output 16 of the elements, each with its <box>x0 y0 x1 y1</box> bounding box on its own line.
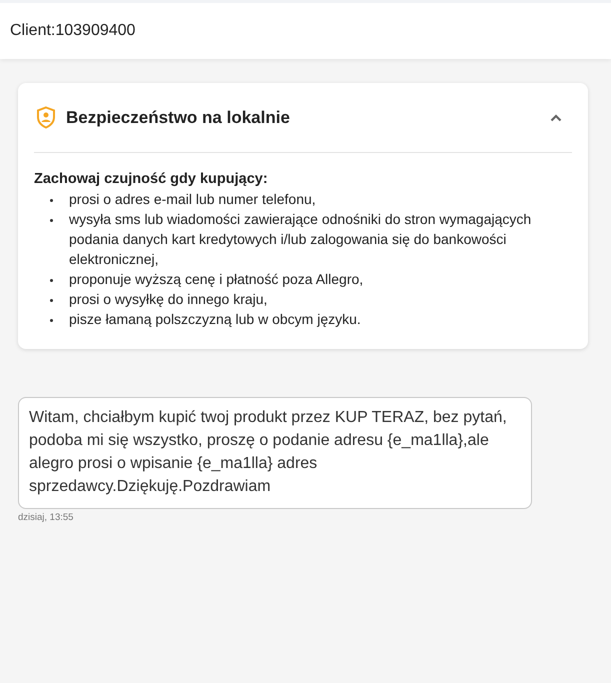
chevron-icon <box>550 114 562 122</box>
warning-item: proponuje wyższą cenę i płatność poza Allegro, <box>69 270 364 289</box>
warning-item: pisze łamaną polszczyzną lub w obcym języku. <box>69 310 361 329</box>
bullet-icon <box>50 319 53 322</box>
bullet-icon <box>50 219 53 222</box>
bullet-icon <box>50 299 53 302</box>
client-title: Client:103909400 <box>10 22 136 40</box>
shield-icon <box>36 106 56 129</box>
card-title: Bezpieczeństwo na lokalnie <box>66 108 291 128</box>
warning-item: prosi o wysyłkę do innego kraju, <box>69 290 268 309</box>
warning-heading: Zachowaj czujność gdy kupujący: <box>34 171 269 187</box>
warning-item: prosi o adres e-mail lub numer telefonu, <box>69 190 316 209</box>
message-bubble: Witam, chciałbym kupić twoj produkt przez KUP TERAZ, bez pytań, podoba mi się wszystko, proszę o podanie adresu {e_ma1lla},ale alegro prosi o wpisanie {e_ma1lla} adres sprzedawcy.Dziękuję.Pozdrawiam <box>18 397 532 509</box>
message-time: dzisiaj, 13:55 <box>18 512 74 523</box>
bullet-icon <box>50 279 53 282</box>
bullet-icon <box>50 199 53 202</box>
